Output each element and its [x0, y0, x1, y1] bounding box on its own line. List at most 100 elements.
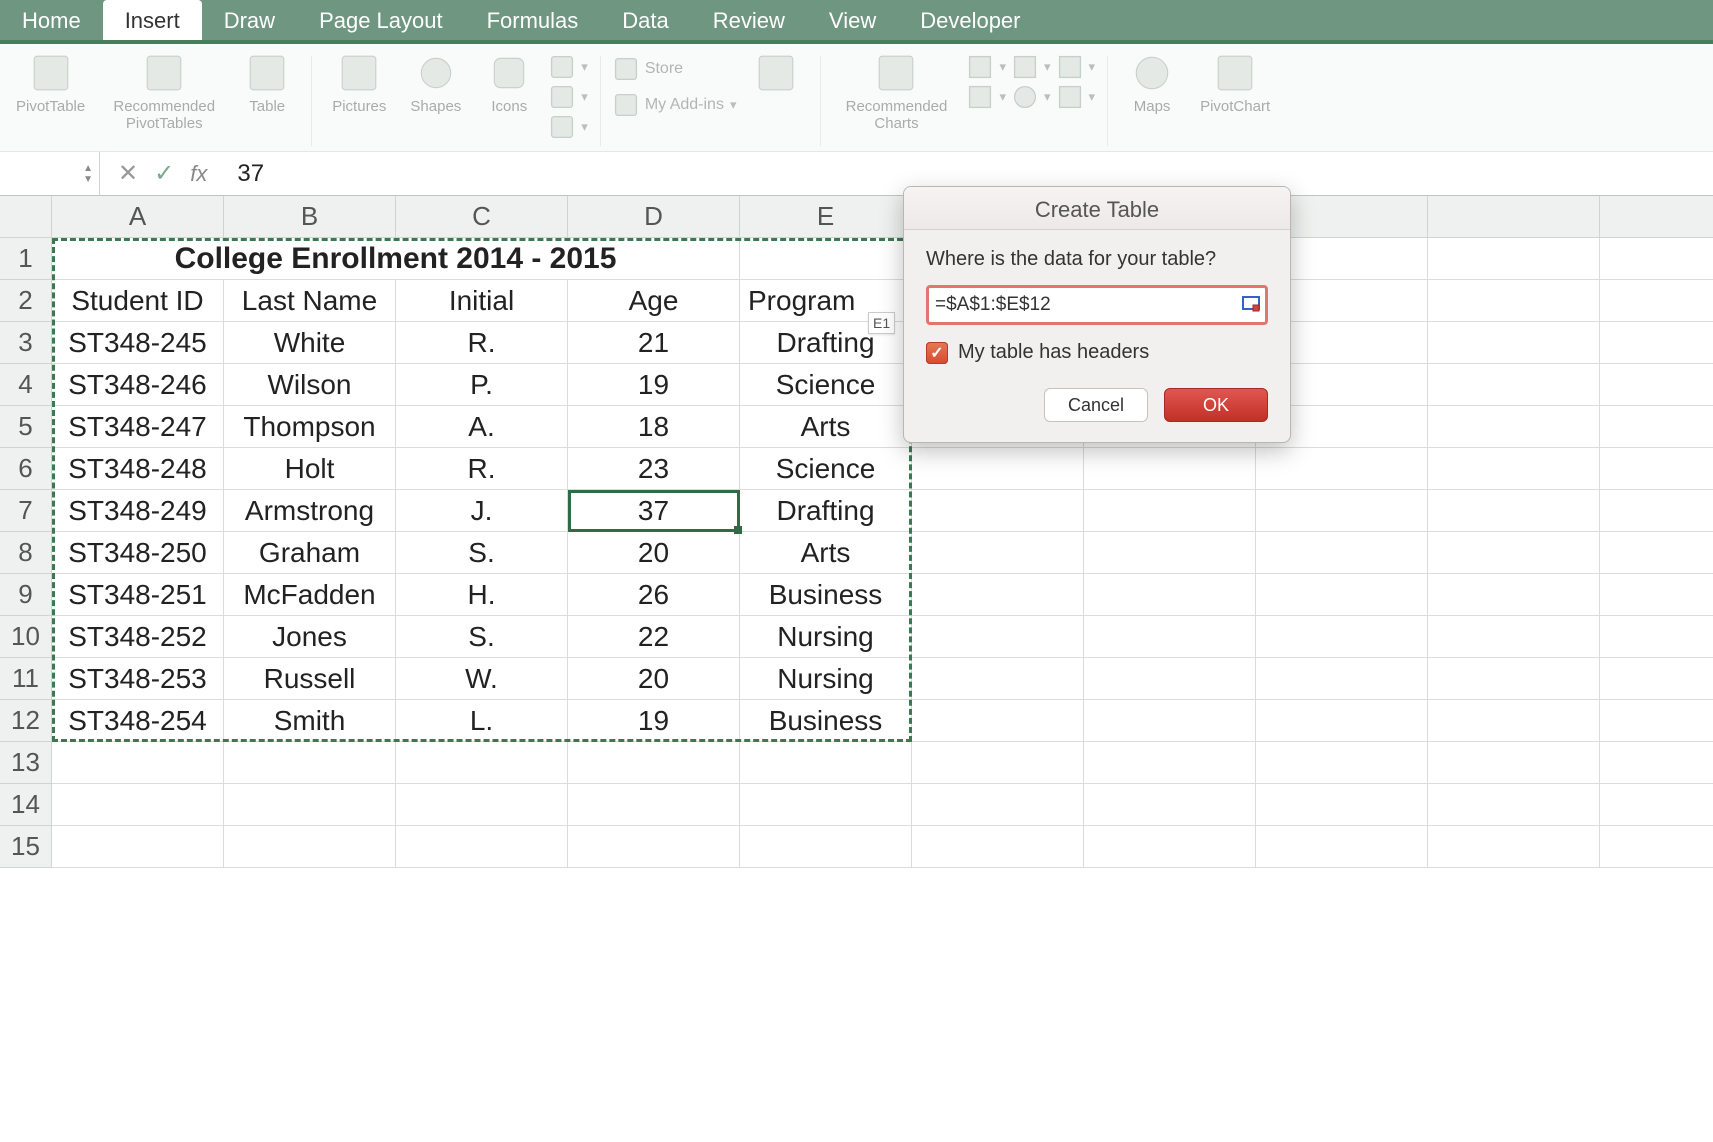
row-header-7[interactable]: 7: [0, 490, 52, 532]
cell[interactable]: [1428, 238, 1600, 280]
cell[interactable]: Holt: [224, 448, 396, 490]
cell[interactable]: [912, 784, 1084, 826]
cell[interactable]: [1256, 532, 1428, 574]
cell[interactable]: [912, 448, 1084, 490]
cell[interactable]: [1256, 826, 1428, 868]
icons-button[interactable]: Icons: [477, 50, 541, 117]
column-header-d[interactable]: D: [568, 196, 740, 238]
bing-maps-button[interactable]: [744, 50, 808, 96]
cell[interactable]: [1256, 574, 1428, 616]
cell[interactable]: [1084, 490, 1256, 532]
cell[interactable]: R.: [396, 448, 568, 490]
cell[interactable]: ST348-254: [52, 700, 224, 742]
shapes-button[interactable]: Shapes: [402, 50, 469, 117]
cell[interactable]: [396, 742, 568, 784]
cell[interactable]: [1084, 826, 1256, 868]
cell[interactable]: [1600, 616, 1713, 658]
cell[interactable]: [1600, 490, 1713, 532]
row-header-9[interactable]: 9: [0, 574, 52, 616]
cell[interactable]: Business: [740, 574, 912, 616]
cell[interactable]: Arts: [740, 406, 912, 448]
cell[interactable]: [740, 742, 912, 784]
cell[interactable]: [1084, 742, 1256, 784]
cell[interactable]: [1600, 364, 1713, 406]
range-selector-icon[interactable]: [1241, 295, 1261, 315]
cell[interactable]: [1600, 532, 1713, 574]
name-box[interactable]: ▲▼: [0, 152, 100, 195]
cell[interactable]: [1428, 574, 1600, 616]
cell[interactable]: [1428, 616, 1600, 658]
cell[interactable]: [1600, 784, 1713, 826]
cell[interactable]: [568, 826, 740, 868]
cell[interactable]: 20: [568, 658, 740, 700]
tab-page-layout[interactable]: Page Layout: [297, 0, 465, 40]
column-header-a[interactable]: A: [52, 196, 224, 238]
header-cell[interactable]: Last Name: [224, 280, 396, 322]
cell[interactable]: S.: [396, 616, 568, 658]
title-cell[interactable]: College Enrollment 2014 - 2015: [52, 238, 740, 280]
cell[interactable]: [52, 784, 224, 826]
cell[interactable]: 20: [568, 532, 740, 574]
column-header-e[interactable]: E: [740, 196, 912, 238]
cell[interactable]: J.: [396, 490, 568, 532]
fx-icon[interactable]: fx: [190, 161, 207, 187]
cell[interactable]: [396, 784, 568, 826]
cell[interactable]: [1256, 658, 1428, 700]
row-header-6[interactable]: 6: [0, 448, 52, 490]
select-all-corner[interactable]: [0, 196, 52, 238]
cell[interactable]: [912, 532, 1084, 574]
row-header-3[interactable]: 3: [0, 322, 52, 364]
row-header-12[interactable]: 12: [0, 700, 52, 742]
cell[interactable]: [740, 238, 912, 280]
name-box-stepper-icon[interactable]: ▲▼: [83, 163, 93, 185]
maps-button[interactable]: Maps: [1120, 50, 1184, 117]
cell[interactable]: [1428, 784, 1600, 826]
cell[interactable]: R.: [396, 322, 568, 364]
cell[interactable]: [224, 742, 396, 784]
header-cell[interactable]: Age: [568, 280, 740, 322]
cell[interactable]: White: [224, 322, 396, 364]
cell[interactable]: [1084, 616, 1256, 658]
tab-home[interactable]: Home: [0, 0, 103, 40]
cell[interactable]: [1428, 658, 1600, 700]
cell[interactable]: 37: [568, 490, 740, 532]
cell[interactable]: Thompson: [224, 406, 396, 448]
column-header-b[interactable]: B: [224, 196, 396, 238]
cell[interactable]: [912, 826, 1084, 868]
cell[interactable]: [1428, 490, 1600, 532]
cell[interactable]: Graham: [224, 532, 396, 574]
cell[interactable]: [568, 742, 740, 784]
ok-button[interactable]: OK: [1164, 388, 1268, 422]
cancel-button[interactable]: Cancel: [1044, 388, 1148, 422]
cell[interactable]: P.: [396, 364, 568, 406]
cancel-formula-icon[interactable]: ✕: [118, 159, 138, 188]
cell[interactable]: [1600, 742, 1713, 784]
cell[interactable]: [1428, 448, 1600, 490]
cell[interactable]: ST348-249: [52, 490, 224, 532]
cell[interactable]: [1084, 448, 1256, 490]
cell[interactable]: [224, 784, 396, 826]
cell[interactable]: Russell: [224, 658, 396, 700]
cell[interactable]: [1600, 826, 1713, 868]
cell[interactable]: [1600, 280, 1713, 322]
cell[interactable]: 22: [568, 616, 740, 658]
cell[interactable]: Arts: [740, 532, 912, 574]
cell[interactable]: [1084, 574, 1256, 616]
cell[interactable]: Wilson: [224, 364, 396, 406]
cell[interactable]: A.: [396, 406, 568, 448]
cell[interactable]: W.: [396, 658, 568, 700]
cell[interactable]: ST348-250: [52, 532, 224, 574]
cell[interactable]: 18: [568, 406, 740, 448]
tab-review[interactable]: Review: [691, 0, 807, 40]
cell[interactable]: [1428, 406, 1600, 448]
row-header-10[interactable]: 10: [0, 616, 52, 658]
cell[interactable]: Drafting: [740, 490, 912, 532]
cell[interactable]: [912, 658, 1084, 700]
cell[interactable]: Science: [740, 448, 912, 490]
tab-view[interactable]: View: [807, 0, 898, 40]
cell[interactable]: [52, 742, 224, 784]
cell[interactable]: [912, 490, 1084, 532]
cell[interactable]: Jones: [224, 616, 396, 658]
cell[interactable]: H.: [396, 574, 568, 616]
headers-checkbox[interactable]: ✓: [926, 342, 948, 364]
